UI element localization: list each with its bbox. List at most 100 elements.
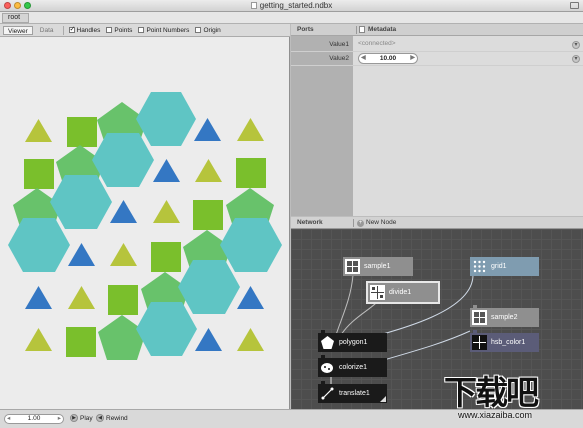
point-numbers-option[interactable]: Point Numbers [138,27,189,34]
node-label: hsb_color1 [491,339,526,346]
watermark-logo: 下载吧 [444,373,539,412]
document-icon [250,2,257,9]
node-polygon1[interactable]: polygon1 [318,330,387,352]
node-label: sample2 [491,314,518,321]
handles-checkbox[interactable] [68,25,75,33]
triangle-shape [25,119,52,142]
toolbar-divider [62,25,64,35]
colorize-icon [319,359,336,376]
triangle-shape [237,328,264,351]
ports-title: Ports [297,26,314,33]
header-divider [353,219,354,227]
handles-option[interactable]: Handles [68,25,100,34]
triangle-shape [153,159,180,182]
node-label: colorize1 [339,364,368,371]
hexagon-shape [50,175,112,229]
triangle-shape [194,118,221,141]
square-shape [66,327,96,357]
network-title: Network [297,219,323,226]
triangle-shape [25,328,52,351]
node-label: translate1 [339,390,370,397]
port-row-value2: Value2 ◀ 10.00 ▶ ▾ [291,52,583,66]
decrement-icon[interactable]: ◀ [361,54,366,63]
node-label: divide1 [389,289,412,296]
points-checkbox[interactable] [106,27,113,33]
origin-option[interactable]: Origin [195,27,221,34]
triangle-shape [110,243,137,266]
port-menu-icon[interactable]: ▾ [572,41,580,49]
node-port-tab [321,330,325,333]
square-shape [67,117,97,147]
window-title: getting_started.ndbx [0,1,583,10]
square-shape [236,158,266,188]
watermark: 下载吧 www.xiazaiba.com [444,366,581,426]
square-shape [151,242,181,272]
window-titlebar: getting_started.ndbx [0,0,583,12]
triangle-shape [195,328,222,351]
increment-icon[interactable]: ▶ [410,54,415,63]
divide-icon [369,284,386,301]
points-option[interactable]: Points [106,27,132,34]
hexagon-shape [8,218,70,272]
hexagon-shape [92,133,154,187]
triangle-shape [110,200,137,223]
port-label: Value1 [329,41,349,48]
node-port-tab [321,381,325,384]
play-button[interactable]: ▶ Play [70,414,93,422]
grid-dots-icon [471,258,488,275]
connection-wire [335,274,354,336]
node-port-tab [473,330,477,333]
node-sample2[interactable]: sample2 [470,305,539,327]
node-translate1[interactable]: translate1 [318,381,387,403]
hexagon-shape [136,302,197,356]
plus-icon: + [357,220,364,227]
triangle-shape [153,200,180,223]
node-colorize1[interactable]: colorize1 [318,355,387,377]
metadata-icon [359,26,365,33]
node-grid1[interactable]: grid1 [470,257,539,276]
metadata-button[interactable]: Metadata [368,26,396,33]
node-hsb-color1[interactable]: hsb_color1 [470,330,539,352]
node-sample1[interactable]: sample1 [343,257,413,276]
pentagon-shape [98,315,146,360]
viewer-pane: Viewer Data Handles Points Point Numbers… [0,24,290,409]
triangle-shape [237,286,264,309]
viewer-toolbar: Viewer Data Handles Points Point Numbers… [0,24,290,37]
network-header: Network + New Node [291,217,583,229]
polygon-icon [319,334,336,351]
tab-viewer[interactable]: Viewer [3,25,33,35]
port-row-value1: Value1 <connected> ▾ [291,38,583,52]
breadcrumb-root[interactable]: root [2,13,30,23]
hexagon-shape [220,218,282,272]
rewind-button[interactable]: ◀ Rewind [96,414,128,422]
color-icon [471,334,488,351]
value2-number-field[interactable]: ◀ 10.00 ▶ [358,53,418,64]
triangle-shape [68,243,95,266]
frame-field[interactable]: ◂ 1.00 ▸ [4,414,64,424]
node-divide1[interactable]: divide1 [366,281,440,304]
render-flag-icon [380,396,386,402]
fullscreen-icon[interactable] [570,2,579,9]
origin-checkbox[interactable] [195,27,202,33]
ports-header: Ports Metadata [291,24,583,36]
increment-icon[interactable]: ▸ [58,415,61,423]
watermark-url: www.xiazaiba.com [458,410,533,420]
triangle-shape [237,118,264,141]
tab-data[interactable]: Data [36,26,58,35]
breadcrumb: root [0,12,583,24]
decrement-icon[interactable]: ◂ [7,415,10,423]
node-label: grid1 [491,263,507,270]
translate-icon [319,385,336,402]
port-label: Value2 [329,55,349,62]
sample-grid-icon [344,258,361,275]
square-shape [24,159,54,189]
viewer-canvas[interactable] [0,38,289,409]
square-shape [193,200,223,230]
header-divider [356,26,357,34]
port-value-connected: <connected> [358,40,396,47]
play-icon: ▶ [70,414,78,422]
point-numbers-checkbox[interactable] [138,27,145,33]
new-node-button[interactable]: + New Node [357,219,396,227]
ports-panel: Ports Metadata Value1 <connected> ▾ Valu… [291,24,583,216]
port-menu-icon[interactable]: ▾ [572,55,580,63]
